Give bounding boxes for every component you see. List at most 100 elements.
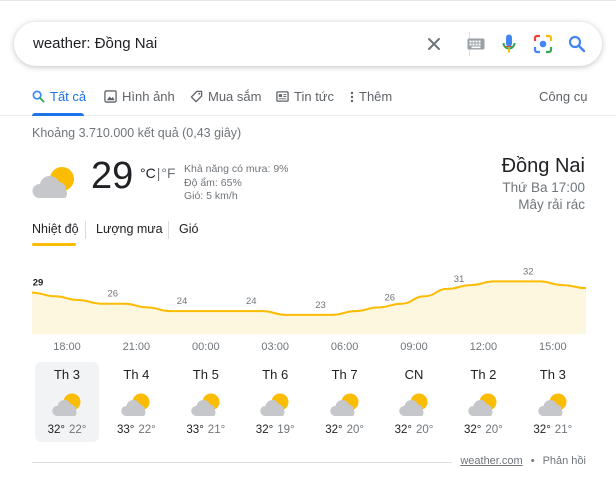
hour-label: 21:00 [122,341,151,353]
chart-data-label: 24 [246,296,257,307]
unit-separator: | [156,165,161,181]
microphone-icon[interactable] [498,33,520,55]
footer: weather.com • Phản hồi [452,455,586,467]
image-icon [104,90,117,103]
chart-data-label: 23 [315,300,326,311]
hour-label: 12:00 [469,341,498,353]
day-forecast[interactable]: Th 6 32° 19° [243,362,307,442]
hour-axis: 18:00 21:00 00:00 03:00 06:00 09:00 12:00 15:00 [32,341,586,355]
weather-details: Khả năng có mưa: 9% Độ ẩm: 65% Gió: 5 km… [184,163,289,204]
day-low: 22° [69,424,87,436]
day-low: 21° [207,424,226,436]
day-high: 32° [464,424,482,436]
day-temperatures: 32° 21° [521,424,585,436]
daily-forecast: Th 3 32° 22° Th 4 33° 22° Th 5 33° 21° Th 6 32° 19°… [32,362,592,442]
location-name: Đồng Nai [501,155,585,177]
chart-data-label: 24 [177,296,188,307]
chart-data-label: 32 [523,266,534,277]
day-name: CN [404,367,424,382]
unit-toggle: °C|°F [140,165,176,181]
tab-shopping[interactable]: Mua sắm [190,89,261,104]
day-high: 32° [255,424,274,436]
day-temperatures: 33° 21° [174,424,238,436]
weather-tab-temperature[interactable]: Nhiệt độ [32,222,79,236]
day-forecast[interactable]: Th 4 33° 22° [104,362,168,442]
day-high: 32° [325,424,343,436]
current-temperature: 29 [91,155,134,197]
unit-fahrenheit[interactable]: °F [161,165,175,181]
temperature-chart: 29 26 24 24 23 26 31 32 [32,266,586,334]
tab-label: Hình ảnh [122,89,175,104]
partly-cloudy-icon [398,390,432,423]
clear-icon[interactable] [423,33,445,55]
partly-cloudy-icon [537,390,571,423]
day-low: 20° [416,424,434,436]
partly-cloudy-icon [467,390,501,423]
day-high: 32° [533,424,551,436]
tools-label: Công cụ [539,89,588,104]
day-forecast[interactable]: Th 7 32° 20° [313,362,377,442]
source-link[interactable]: weather.com [460,455,522,467]
day-name: Th 4 [123,367,150,382]
day-temperatures: 32° 22° [35,424,99,436]
active-tab-indicator [32,113,84,116]
result-stats: Khoảng 3.710.000 kết quả (0,43 giây) [32,126,242,140]
day-temperatures: 33° 22° [104,424,168,436]
day-forecast[interactable]: Th 2 32° 20° [451,362,515,442]
partly-cloudy-icon [120,390,154,423]
day-temperatures: 32° 19° [243,424,307,436]
chart-data-label: 26 [108,289,119,300]
footer-dot: • [530,455,535,467]
keyboard-icon[interactable] [465,33,487,55]
day-name: Th 5 [192,367,219,382]
weather-tab-divider [168,221,169,239]
search-tabs: Tất cả Hình ảnh Mua sắm Tin tức Thêm Côn… [0,80,616,116]
day-low: 21° [554,424,573,436]
unit-celsius[interactable]: °C [140,165,156,181]
tag-icon [190,90,203,103]
day-forecast[interactable]: Th 5 33° 21° [174,362,238,442]
hour-label: 03:00 [261,341,289,353]
day-name: Th 6 [262,367,289,382]
chart-data-label: 31 [454,274,465,285]
tab-label: Tin tức [294,89,335,104]
day-name: Th 7 [331,367,358,382]
news-icon [276,91,289,102]
search-icon[interactable] [566,33,588,55]
partly-cloudy-icon [329,390,363,423]
day-forecast[interactable]: Th 3 32° 22° [35,362,99,442]
tab-all[interactable]: Tất cả [32,89,86,104]
tab-images[interactable]: Hình ảnh [104,89,175,104]
chart-data-label: 29 [33,278,44,289]
search-input[interactable]: weather: Đồng Nai [33,35,157,52]
hour-label: 06:00 [330,341,359,353]
day-low: 19° [277,424,295,436]
top-divider [0,0,616,1]
day-temperatures: 32° 20° [451,424,515,436]
humidity: Độ ẩm: 65% [184,176,242,189]
day-temperatures: 32° 20° [382,424,446,436]
hour-label: 09:00 [400,341,428,353]
tab-news[interactable]: Tin tức [276,89,334,104]
tab-label: Tất cả [50,89,87,104]
chart-data-label: 26 [385,292,396,303]
location-block: Đồng Nai Thứ Ba 17:00 Mây rải rác [502,155,585,212]
search-bar[interactable]: weather: Đồng Nai [14,22,602,66]
camera-lens-icon[interactable] [532,33,554,55]
day-high: 33° [117,424,135,436]
precipitation-chance: Khả năng có mưa: 9% [184,163,289,175]
tab-more[interactable]: Thêm [350,89,392,104]
day-forecast[interactable]: CN 32° 20° [382,362,446,442]
partly-cloudy-icon [190,390,224,423]
feedback-link[interactable]: Phản hồi [543,455,586,467]
tab-label: Mua sắm [208,89,262,104]
weather-tab-wind[interactable]: Gió [179,222,198,236]
tab-label: Thêm [359,89,393,104]
day-forecast[interactable]: Th 3 32° 21° [521,362,585,442]
weather-tab-indicator [32,243,76,246]
day-temperatures: 32° 20° [313,424,377,436]
tools-button[interactable]: Công cụ [539,89,587,104]
partly-cloudy-icon [259,390,293,423]
weather-tab-precipitation[interactable]: Lượng mưa [96,222,163,236]
day-low: 20° [346,424,364,436]
